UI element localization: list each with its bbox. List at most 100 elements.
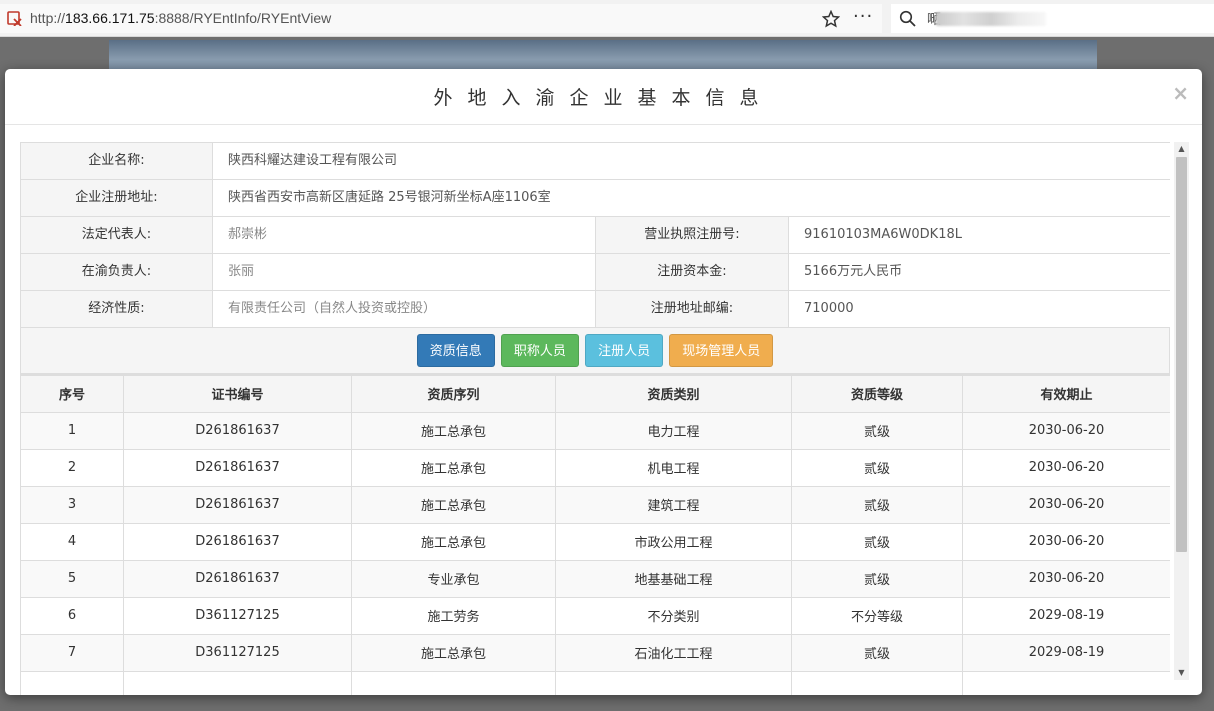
legal-rep-value: 郝崇彬	[212, 216, 596, 254]
tab-titled-staff-button[interactable]: 职称人员	[500, 334, 579, 367]
cell-category: 不分类别	[555, 596, 792, 635]
table-row: 1 D261861637 施工总承包 电力工程 贰级 2030-06-20	[20, 411, 1170, 450]
col-header-grade: 资质等级	[791, 374, 963, 413]
cell-category: 市政公用工程	[555, 522, 792, 561]
col-header-index: 序号	[20, 374, 124, 413]
cell-expiry: 2030-06-20	[962, 522, 1170, 561]
modal-title: 外地入渝企业基本信息	[433, 87, 774, 109]
modal-scrollbar[interactable]: ▲ ▼	[1174, 142, 1189, 680]
postcode-label: 注册地址邮编:	[595, 290, 789, 328]
capital-label: 注册资本金:	[595, 253, 789, 291]
cell-grade: 贰级	[791, 485, 963, 524]
cell-series	[351, 670, 556, 695]
col-header-cert-no: 证书编号	[123, 374, 352, 413]
table-row: 7 D361127125 施工总承包 石油化工工程 贰级 2029-08-19	[20, 633, 1170, 672]
cell-grade	[791, 670, 963, 695]
license-value: 91610103MA6W0DK18L	[788, 216, 1170, 254]
address-value: 陕西省西安市高新区唐延路 25号银河新坐标A座1106室	[212, 179, 1170, 217]
cell-cert-no: D361127125	[123, 633, 352, 672]
table-body: 1 D261861637 施工总承包 电力工程 贰级 2030-06-20 2 D261861…	[20, 411, 1170, 695]
tab-button-row: 资质信息 职称人员 注册人员 现场管理人员	[20, 328, 1170, 374]
browser-toolbar: http://183.66.171.75:8888/RYEntInfo/RYEn…	[0, 0, 1214, 37]
nature-label: 经济性质:	[20, 290, 213, 328]
cell-series: 施工总承包	[351, 411, 556, 450]
cell-category	[555, 670, 792, 695]
tab-qualification-button[interactable]: 资质信息	[416, 334, 495, 367]
cell-index	[20, 670, 124, 695]
insecure-site-icon[interactable]	[6, 10, 22, 26]
company-name-label: 企业名称:	[20, 142, 213, 180]
address-bar[interactable]: http://183.66.171.75:8888/RYEntInfo/RYEn…	[0, 4, 882, 33]
scroll-thumb[interactable]	[1176, 157, 1187, 552]
cell-series: 施工总承包	[351, 485, 556, 524]
cell-category: 机电工程	[555, 448, 792, 487]
url-prefix: http://	[30, 10, 66, 26]
table-row: 3 D261861637 施工总承包 建筑工程 贰级 2030-06-20	[20, 485, 1170, 524]
nature-value: 有限责任公司（自然人投资或控股）	[212, 290, 596, 328]
cell-category: 建筑工程	[555, 485, 792, 524]
capital-value: 5166万元人民币	[788, 253, 1170, 291]
table-row: 4 D261861637 施工总承包 市政公用工程 贰级 2030-06-20	[20, 522, 1170, 561]
cell-expiry	[962, 670, 1170, 695]
table-row: 6 D361127125 施工劳务 不分类别 不分等级 2029-08-19	[20, 596, 1170, 635]
cell-series: 施工总承包	[351, 522, 556, 561]
close-icon[interactable]: ×	[1172, 81, 1189, 105]
search-box[interactable]: 嗮	[891, 4, 1214, 33]
legal-rep-label: 法定代表人:	[20, 216, 213, 254]
table-row: 5 D261861637 专业承包 地基基础工程 贰级 2030-06-20	[20, 559, 1170, 598]
url-host: 183.66.171.75	[65, 10, 155, 26]
cell-index: 1	[20, 411, 124, 450]
cell-cert-no: D361127125	[123, 596, 352, 635]
table-header-row: 序号 证书编号 资质序列 资质类别 资质等级 有效期止	[20, 374, 1170, 413]
cell-expiry: 2030-06-20	[962, 559, 1170, 598]
cell-cert-no: D261861637	[123, 485, 352, 524]
url-text[interactable]: http://183.66.171.75:8888/RYEntInfo/RYEn…	[30, 10, 331, 26]
cell-category: 石油化工工程	[555, 633, 792, 672]
more-options-icon[interactable]: ···	[853, 6, 873, 27]
table-row	[20, 670, 1170, 695]
col-header-series: 资质序列	[351, 374, 556, 413]
table-row: 2 D261861637 施工总承包 机电工程 贰级 2030-06-20	[20, 448, 1170, 487]
postcode-value: 710000	[788, 290, 1170, 328]
cell-index: 3	[20, 485, 124, 524]
tab-registered-staff-button[interactable]: 注册人员	[585, 334, 664, 367]
cell-series: 施工总承包	[351, 633, 556, 672]
enterprise-info-modal: 外地入渝企业基本信息 × 企业名称: 陕西科耀达建设工程有限公司 企业注册地址:…	[5, 69, 1202, 695]
cell-category: 地基基础工程	[555, 559, 792, 598]
modal-header: 外地入渝企业基本信息 ×	[5, 69, 1202, 125]
cell-cert-no: D261861637	[123, 522, 352, 561]
search-icon	[899, 10, 916, 27]
cell-grade: 贰级	[791, 633, 963, 672]
company-name-value: 陕西科耀达建设工程有限公司	[212, 142, 1170, 180]
col-header-expiry: 有效期止	[962, 374, 1170, 413]
cell-series: 施工总承包	[351, 448, 556, 487]
cell-grade: 贰级	[791, 448, 963, 487]
cell-series: 施工劳务	[351, 596, 556, 635]
enterprise-info-table: 企业名称: 陕西科耀达建设工程有限公司 企业注册地址: 陕西省西安市高新区唐延路…	[20, 142, 1170, 328]
blurred-search-text	[936, 12, 1046, 26]
url-path: :8888/RYEntInfo/RYEntView	[154, 10, 332, 26]
cell-index: 5	[20, 559, 124, 598]
cell-expiry: 2030-06-20	[962, 411, 1170, 450]
license-label: 营业执照注册号:	[595, 216, 789, 254]
cell-grade: 不分等级	[791, 596, 963, 635]
cell-expiry: 2030-06-20	[962, 485, 1170, 524]
cell-index: 6	[20, 596, 124, 635]
manager-label: 在渝负责人:	[20, 253, 213, 291]
cell-expiry: 2029-08-19	[962, 633, 1170, 672]
cell-cert-no: D261861637	[123, 411, 352, 450]
modal-body: 企业名称: 陕西科耀达建设工程有限公司 企业注册地址: 陕西省西安市高新区唐延路…	[20, 142, 1170, 695]
cell-expiry: 2030-06-20	[962, 448, 1170, 487]
cell-grade: 贰级	[791, 411, 963, 450]
cell-index: 7	[20, 633, 124, 672]
bookmark-star-icon[interactable]	[822, 10, 840, 28]
cell-cert-no: D261861637	[123, 559, 352, 598]
cell-category: 电力工程	[555, 411, 792, 450]
cell-series: 专业承包	[351, 559, 556, 598]
cell-expiry: 2029-08-19	[962, 596, 1170, 635]
scroll-up-arrow-icon[interactable]: ▲	[1174, 142, 1189, 156]
cell-grade: 贰级	[791, 559, 963, 598]
scroll-down-arrow-icon[interactable]: ▼	[1174, 666, 1189, 680]
cell-cert-no	[123, 670, 352, 695]
tab-site-managers-button[interactable]: 现场管理人员	[669, 334, 774, 367]
